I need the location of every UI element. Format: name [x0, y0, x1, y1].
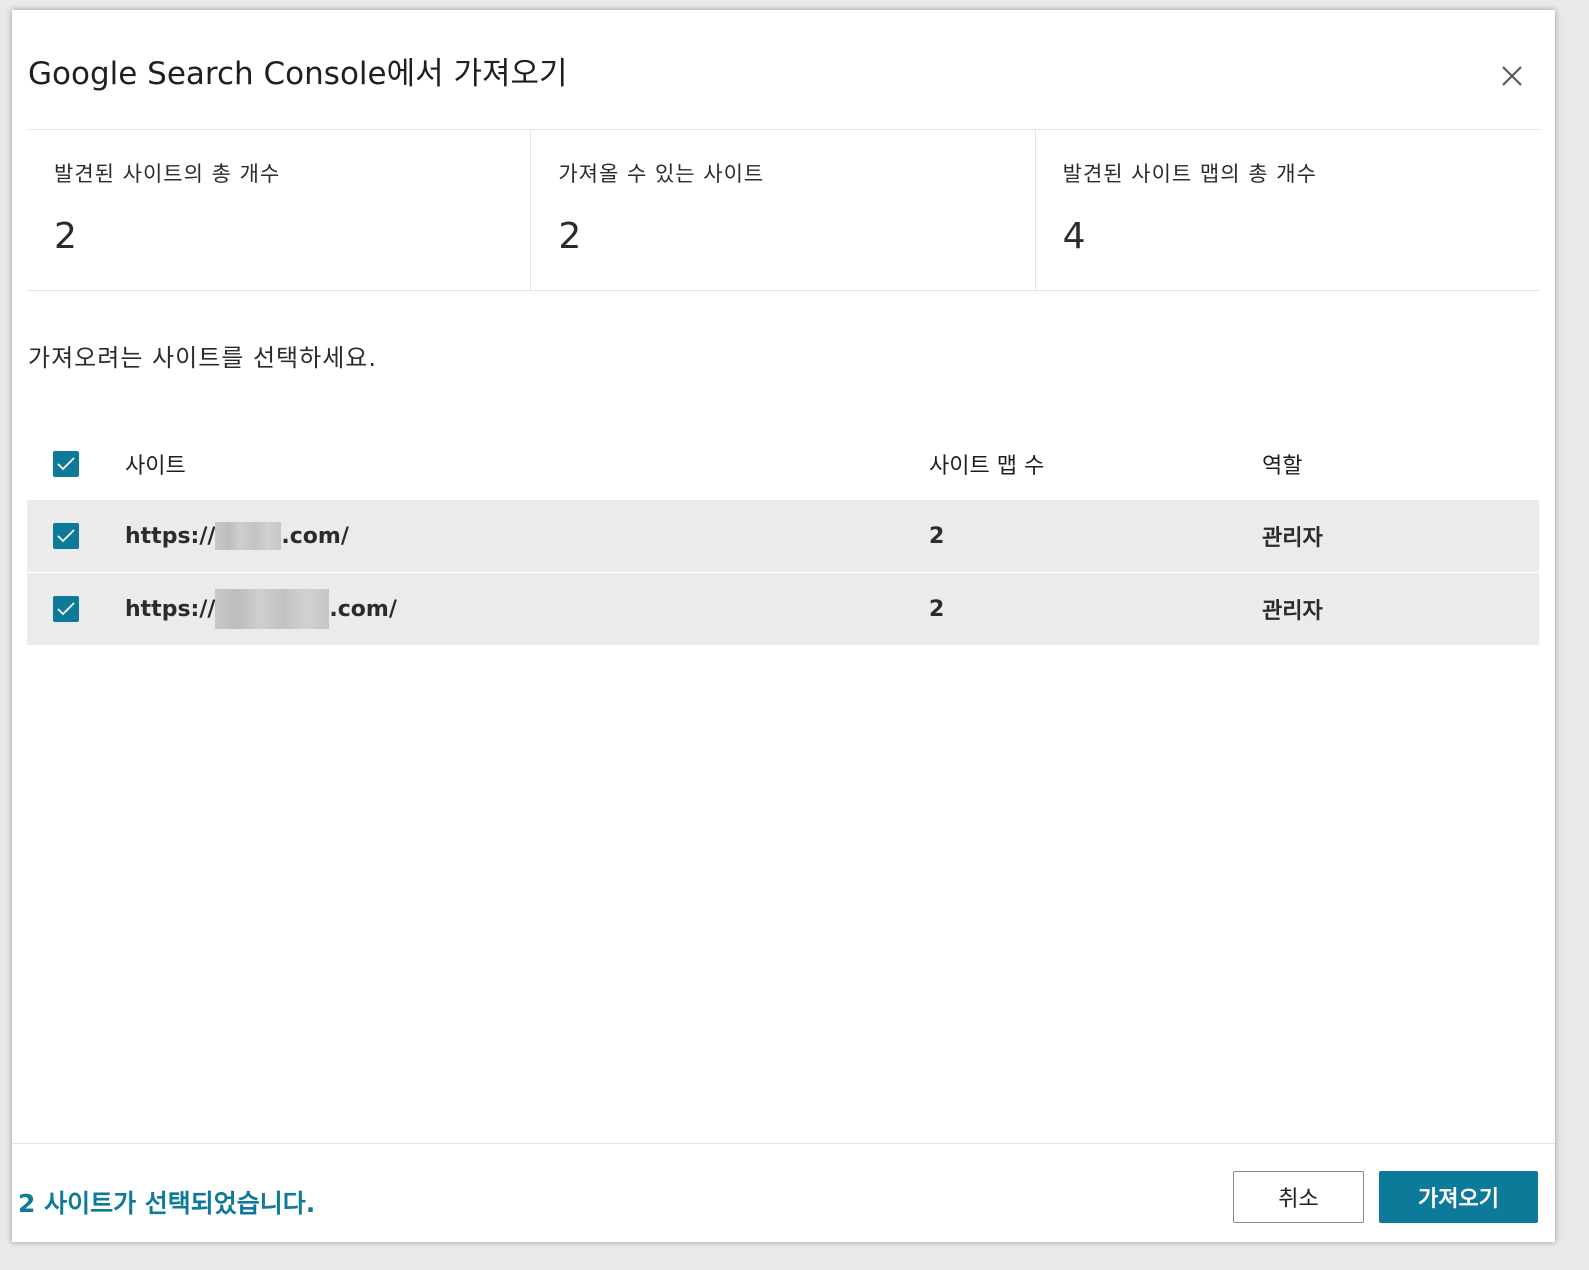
checkmark-icon — [57, 457, 75, 471]
stat-total-sites: 발견된 사이트의 총 개수 2 — [27, 130, 532, 290]
cancel-button[interactable]: 취소 — [1233, 1171, 1364, 1223]
stat-importable-sites: 가져올 수 있는 사이트 2 — [531, 130, 1036, 290]
url-prefix: https:// — [125, 523, 216, 549]
stat-value: 2 — [54, 216, 77, 257]
dialog-title: Google Search Console에서 가져오기 — [28, 56, 568, 92]
url-suffix: .com/ — [281, 523, 349, 549]
stat-value: 4 — [1062, 216, 1086, 257]
stats-panel: 발견된 사이트의 총 개수 2 가져올 수 있는 사이트 2 발견된 사이트 맵… — [27, 129, 1539, 291]
select-all-cell — [53, 428, 81, 500]
role: 관리자 — [1262, 526, 1323, 551]
selection-status: 2 사이트가 선택되었습니다. — [18, 1189, 316, 1218]
site-url: https:// .com/ — [125, 573, 397, 645]
stat-label: 발견된 사이트 맵의 총 개수 — [1062, 162, 1317, 186]
sitemap-count: 2 — [929, 596, 945, 622]
instruction-text: 가져오려는 사이트를 선택하세요. — [28, 344, 378, 372]
checkmark-icon — [57, 602, 75, 616]
stat-label: 발견된 사이트의 총 개수 — [54, 162, 281, 186]
footer-divider — [12, 1143, 1555, 1144]
checkmark-icon — [57, 529, 75, 543]
table-row[interactable]: https:// .com/ 2 관리자 — [27, 573, 1539, 646]
stat-total-sitemaps: 발견된 사이트 맵의 총 개수 4 — [1036, 130, 1539, 290]
column-header-role[interactable]: 역할 — [1262, 428, 1302, 500]
stat-label: 가져올 수 있는 사이트 — [558, 162, 765, 186]
url-prefix: https:// — [125, 596, 216, 622]
role: 관리자 — [1262, 599, 1323, 624]
stat-value: 2 — [558, 216, 582, 257]
site-url: https:// .com/ — [125, 500, 349, 572]
sitemap-count: 2 — [929, 523, 945, 549]
row-checkbox[interactable] — [53, 596, 79, 622]
column-header-site[interactable]: 사이트 — [125, 428, 186, 500]
sites-table: 사이트 사이트 맵 수 역할 https:// .com/ 2 관리자 https… — [27, 428, 1539, 646]
close-button[interactable] — [1496, 60, 1528, 92]
redacted-domain — [215, 522, 282, 550]
column-header-sitemaps[interactable]: 사이트 맵 수 — [929, 428, 1044, 500]
import-dialog: Google Search Console에서 가져오기 발견된 사이트의 총 … — [12, 10, 1555, 1242]
table-header-row: 사이트 사이트 맵 수 역할 — [27, 428, 1539, 500]
redacted-domain — [215, 589, 330, 629]
table-row[interactable]: https:// .com/ 2 관리자 — [27, 500, 1539, 573]
import-button[interactable]: 가져오기 — [1379, 1171, 1538, 1223]
row-check-cell — [53, 500, 81, 572]
row-checkbox[interactable] — [53, 523, 79, 549]
close-icon — [1502, 66, 1522, 86]
select-all-checkbox[interactable] — [53, 451, 79, 477]
url-suffix: .com/ — [329, 596, 397, 622]
row-check-cell — [53, 573, 81, 645]
